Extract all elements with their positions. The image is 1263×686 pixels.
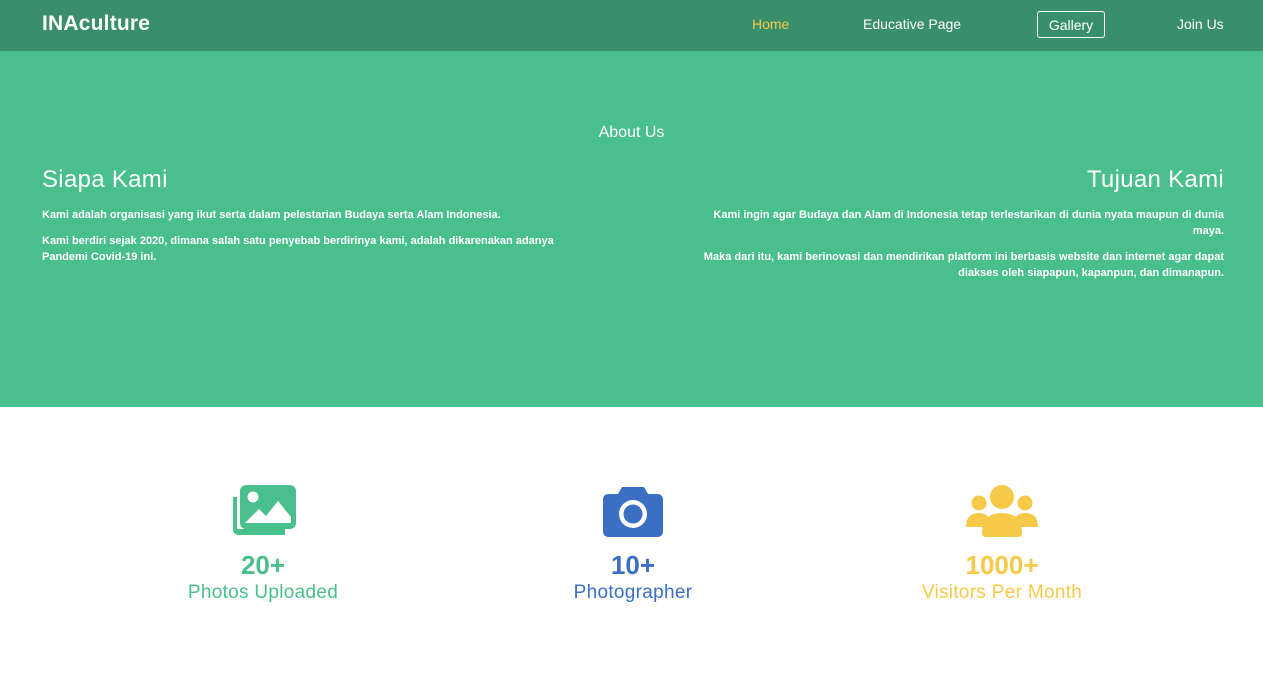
our-goal-paragraph-1: Kami ingin agar Budaya dan Alam di Indon…: [713, 209, 1224, 237]
photos-count: 20+: [240, 550, 286, 580]
who-we-are-paragraph-2: Kami berdiri sejak 2020, dimana salah sa…: [42, 235, 554, 263]
our-goal-paragraph-2: Maka dari itu, kami berinovasi dan mendi…: [703, 251, 1224, 279]
stats-section: 20+ Photos Uploaded 10+ Photographer 100…: [0, 407, 1263, 686]
images-icon: [233, 485, 296, 535]
stat-visitors: 1000+ Visitors Per Month: [852, 483, 1152, 605]
nav-join-us-link[interactable]: Join Us: [1177, 16, 1224, 32]
navbar: INAculture Home Educative Page Gallery J…: [0, 0, 1263, 51]
users-icon: [966, 485, 1038, 537]
stat-photographer: 10+ Photographer: [483, 483, 783, 605]
nav-gallery-button[interactable]: Gallery: [1037, 11, 1105, 38]
stat-photos: 20+ Photos Uploaded: [113, 483, 413, 605]
our-goal-heading: Tujuan Kami: [1086, 166, 1224, 193]
our-goal-column: Tujuan Kami Kami ingin agar Budaya dan A…: [684, 166, 1224, 291]
visitors-count: 1000+: [965, 550, 1039, 580]
visitors-label: Visitors Per Month: [921, 582, 1083, 603]
nav-home-link[interactable]: Home: [752, 16, 789, 32]
who-we-are-paragraph-1: Kami adalah organisasi yang ikut serta d…: [42, 209, 501, 221]
who-we-are-heading: Siapa Kami: [42, 166, 168, 193]
photographer-label: Photographer: [573, 582, 693, 603]
nav-educative-page-link[interactable]: Educative Page: [863, 16, 961, 32]
about-title: About Us: [598, 124, 665, 141]
camera-icon: [603, 487, 663, 537]
photos-label: Photos Uploaded: [187, 582, 339, 603]
about-section: About Us Siapa Kami Kami adalah organisa…: [0, 51, 1263, 407]
photographer-count: 10+: [610, 550, 656, 580]
who-we-are-column: Siapa Kami Kami adalah organisasi yang i…: [42, 166, 562, 275]
brand-logo[interactable]: INAculture: [42, 12, 150, 36]
